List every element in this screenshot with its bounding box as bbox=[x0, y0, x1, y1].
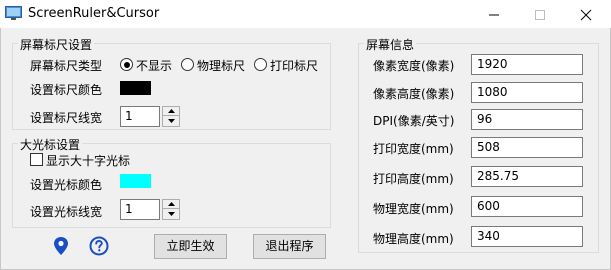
ruler-color-label: 设置标尺颜色 bbox=[30, 83, 103, 97]
minimize-button[interactable] bbox=[471, 0, 517, 28]
maximize-icon bbox=[535, 10, 545, 20]
cursor-group-title: 大光标设置 bbox=[18, 136, 83, 153]
title-bar: ScreenRuler&Cursor bbox=[0, 0, 611, 28]
close-icon bbox=[580, 9, 592, 21]
exit-button[interactable]: 退出程序 bbox=[253, 234, 326, 259]
close-button[interactable] bbox=[563, 0, 609, 28]
radio-ruler-print[interactable] bbox=[254, 58, 267, 71]
ruler-group-title: 屏幕标尺设置 bbox=[18, 36, 95, 53]
pixel-height-field[interactable]: 1080 bbox=[471, 82, 583, 103]
screen-info-group-title: 屏幕信息 bbox=[364, 36, 417, 53]
arrow-down-icon bbox=[168, 119, 175, 123]
radio-ruler-print-label[interactable]: 打印标尺 bbox=[270, 57, 318, 74]
maximize-button[interactable] bbox=[517, 0, 563, 28]
print-width-field[interactable]: 508 bbox=[471, 137, 583, 158]
monitor-icon bbox=[5, 6, 22, 21]
arrow-up-icon bbox=[168, 109, 175, 113]
radio-ruler-none-label[interactable]: 不显示 bbox=[136, 57, 172, 74]
ruler-width-stepper[interactable] bbox=[162, 106, 180, 127]
radio-ruler-none[interactable] bbox=[120, 58, 133, 71]
ruler-width-up-button[interactable] bbox=[163, 107, 179, 116]
crosshair-checkbox-label[interactable]: 显示大十字光标 bbox=[46, 152, 130, 169]
physical-width-field[interactable]: 600 bbox=[471, 196, 583, 217]
print-width-label: 打印宽度(mm) bbox=[373, 142, 454, 156]
radio-ruler-physical-label[interactable]: 物理标尺 bbox=[197, 57, 245, 74]
physical-width-label: 物理宽度(mm) bbox=[373, 202, 454, 216]
cursor-color-label: 设置光标颜色 bbox=[30, 178, 103, 192]
radio-ruler-physical[interactable] bbox=[181, 58, 194, 71]
cursor-width-input[interactable]: 1 bbox=[120, 199, 160, 220]
ruler-width-down-button[interactable] bbox=[163, 117, 179, 126]
location-pin-icon[interactable] bbox=[53, 236, 69, 259]
ruler-width-label: 设置标尺线宽 bbox=[30, 111, 103, 125]
arrow-down-icon bbox=[168, 212, 175, 216]
physical-height-label: 物理高度(mm) bbox=[373, 232, 454, 246]
ruler-type-label: 屏幕标尺类型 bbox=[30, 59, 103, 73]
window-title: ScreenRuler&Cursor bbox=[28, 6, 160, 21]
help-icon[interactable] bbox=[89, 236, 109, 259]
pixel-width-field[interactable]: 1920 bbox=[471, 54, 583, 75]
pixel-height-label: 像素高度(像素) bbox=[373, 87, 455, 101]
print-height-label: 打印高度(mm) bbox=[373, 172, 454, 186]
cursor-width-down-button[interactable] bbox=[163, 210, 179, 219]
apply-button[interactable]: 立即生效 bbox=[154, 234, 227, 259]
dpi-label: DPI(像素/英寸) bbox=[373, 114, 455, 128]
cursor-color-swatch[interactable] bbox=[120, 174, 151, 188]
print-height-field[interactable]: 285.75 bbox=[471, 166, 583, 187]
physical-height-field[interactable]: 340 bbox=[471, 226, 583, 247]
cursor-width-up-button[interactable] bbox=[163, 200, 179, 209]
ruler-color-swatch[interactable] bbox=[120, 81, 151, 95]
ruler-width-input[interactable]: 1 bbox=[120, 106, 160, 127]
crosshair-checkbox[interactable] bbox=[30, 153, 43, 166]
arrow-up-icon bbox=[168, 202, 175, 206]
dpi-field[interactable]: 96 bbox=[471, 109, 583, 130]
minimize-icon bbox=[489, 14, 499, 16]
cursor-width-label: 设置光标线宽 bbox=[30, 205, 103, 219]
cursor-width-stepper[interactable] bbox=[162, 199, 180, 220]
pixel-width-label: 像素宽度(像素) bbox=[373, 59, 455, 73]
